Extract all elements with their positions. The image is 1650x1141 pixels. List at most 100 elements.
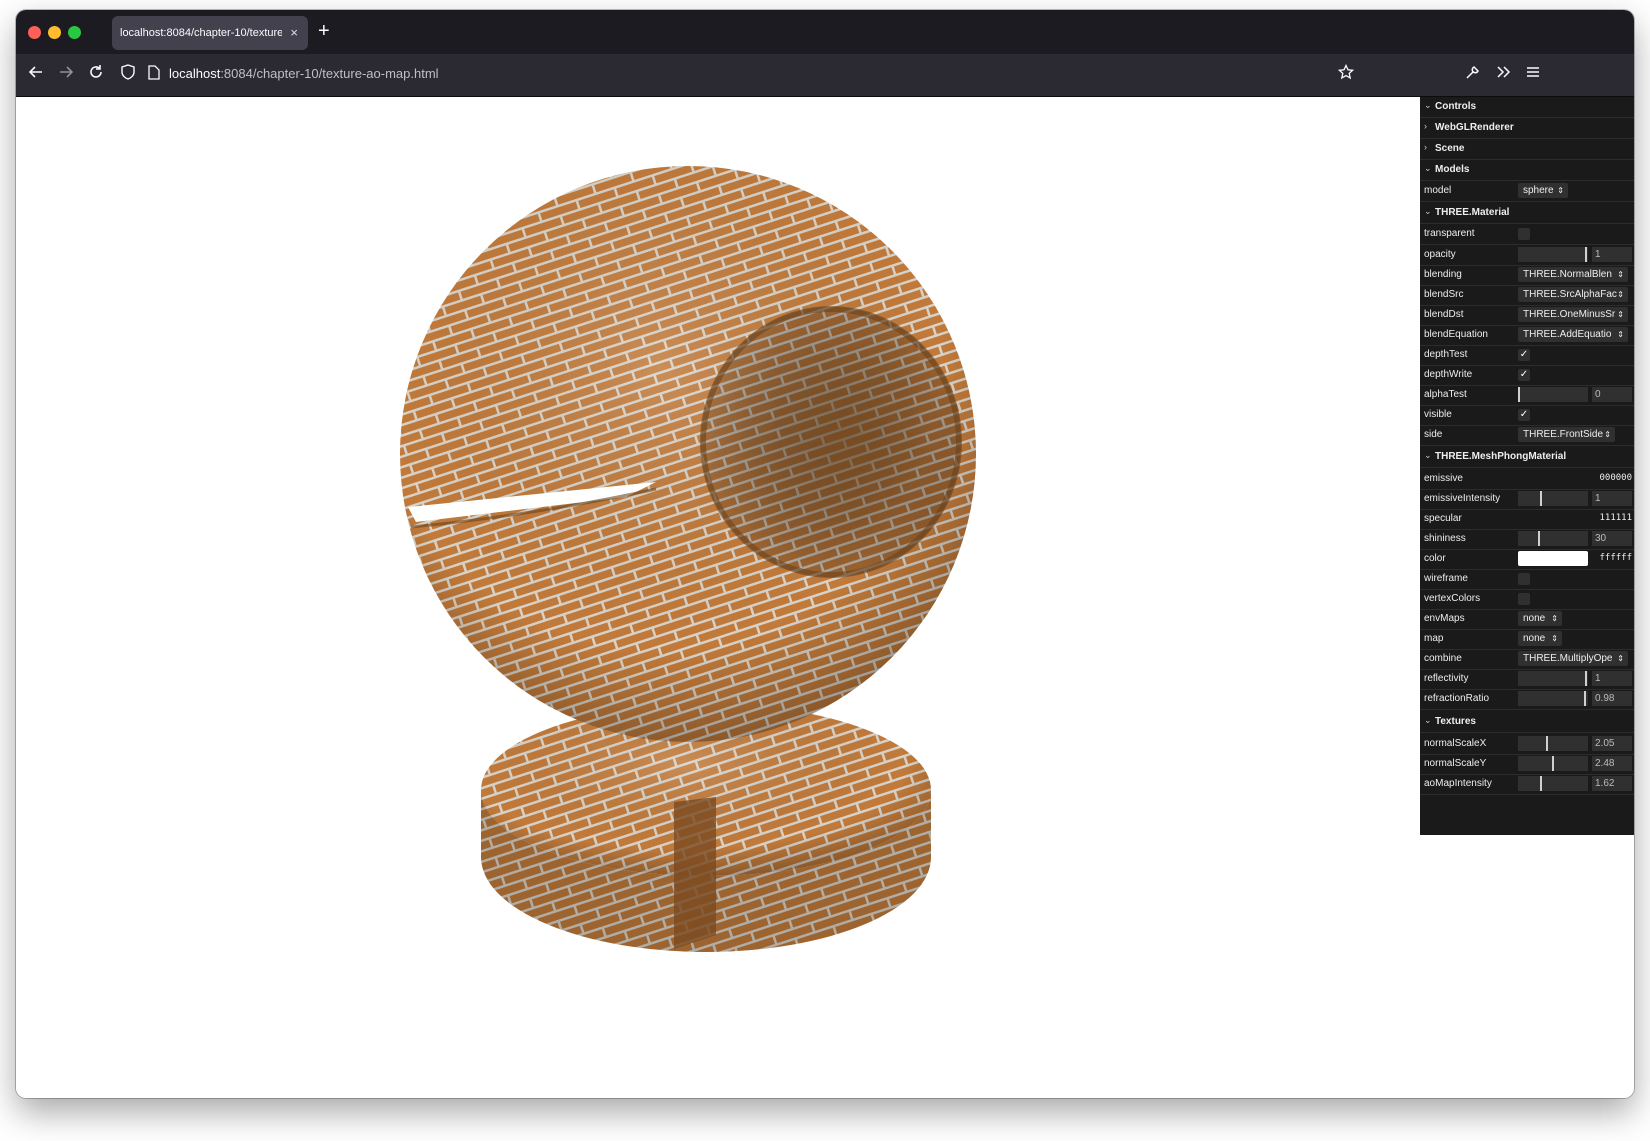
folder-textures[interactable]: ⌄ Textures bbox=[1420, 712, 1634, 733]
reload-icon[interactable] bbox=[84, 63, 108, 87]
select-arrow-icon: ⇕ bbox=[1617, 310, 1624, 319]
depthwrite-checkbox[interactable]: ✓ bbox=[1518, 369, 1530, 381]
depthtest-checkbox[interactable]: ✓ bbox=[1518, 349, 1530, 361]
control-label: side bbox=[1424, 429, 1443, 440]
folder-label: THREE.MeshPhongMaterial bbox=[1435, 451, 1567, 462]
aomapintensity-input[interactable]: 1.62 bbox=[1592, 776, 1632, 791]
webgl-canvas[interactable] bbox=[16, 97, 1634, 1098]
close-tab-icon[interactable]: × bbox=[290, 16, 298, 50]
aomapintensity-slider[interactable] bbox=[1518, 776, 1588, 791]
alphatest-input[interactable]: 0 bbox=[1592, 387, 1632, 402]
slider-knob[interactable] bbox=[1546, 736, 1548, 751]
control-label: emissiveIntensity bbox=[1424, 493, 1501, 504]
select-arrow-icon: ⇕ bbox=[1557, 186, 1564, 195]
control-opacity: opacity 1 bbox=[1420, 245, 1634, 266]
folder-models[interactable]: ⌄ Models bbox=[1420, 160, 1634, 181]
color-input[interactable]: ffffff bbox=[1592, 551, 1632, 566]
control-emissive: emissive 000000 bbox=[1420, 469, 1634, 490]
shield-icon[interactable] bbox=[116, 63, 140, 87]
control-envmaps: envMaps none ⇕ bbox=[1420, 609, 1634, 630]
folder-webglrenderer[interactable]: › WebGLRenderer bbox=[1420, 118, 1634, 139]
normalscalex-slider[interactable] bbox=[1518, 736, 1588, 751]
hamburger-menu-icon[interactable] bbox=[1521, 63, 1545, 87]
slider-knob[interactable] bbox=[1538, 531, 1540, 546]
slider-knob[interactable] bbox=[1518, 387, 1520, 402]
select-arrow-icon: ⇕ bbox=[1604, 430, 1611, 439]
shininess-input[interactable]: 30 bbox=[1592, 531, 1632, 546]
tab-title: localhost:8084/chapter-10/texture-ao-map… bbox=[120, 27, 282, 39]
emissiveintensity-slider[interactable] bbox=[1518, 491, 1588, 506]
blenddst-select[interactable]: THREE.OneMinusSr ⇕ bbox=[1518, 307, 1628, 322]
folder-scene[interactable]: › Scene bbox=[1420, 139, 1634, 160]
folder-three-material[interactable]: ⌄ THREE.Material bbox=[1420, 203, 1634, 224]
wireframe-checkbox[interactable] bbox=[1518, 573, 1530, 585]
blendequation-select[interactable]: THREE.AddEquatio ⇕ bbox=[1518, 327, 1628, 342]
blending-select[interactable]: THREE.NormalBlen ⇕ bbox=[1518, 267, 1628, 282]
control-vertexcolors: vertexColors bbox=[1420, 589, 1634, 610]
emissive-color-input[interactable]: 000000 bbox=[1592, 471, 1632, 486]
control-label: combine bbox=[1424, 653, 1462, 664]
slider-knob[interactable] bbox=[1585, 247, 1587, 262]
sphere bbox=[400, 166, 976, 742]
folder-meshphongmaterial[interactable]: ⌄ THREE.MeshPhongMaterial bbox=[1420, 447, 1634, 468]
control-aomapintensity: aoMapIntensity 1.62 bbox=[1420, 774, 1634, 795]
normalscaley-input[interactable]: 2.48 bbox=[1592, 756, 1632, 771]
star-icon[interactable] bbox=[1334, 63, 1358, 87]
url-bar[interactable]: localhost:8084/chapter-10/texture-ao-map… bbox=[169, 66, 439, 81]
slider-knob[interactable] bbox=[1540, 776, 1542, 791]
chevron-down-icon: ⌄ bbox=[1424, 100, 1432, 110]
new-tab-button[interactable]: + bbox=[318, 19, 330, 43]
transparent-checkbox[interactable] bbox=[1518, 228, 1530, 240]
control-transparent: transparent bbox=[1420, 224, 1634, 245]
reflectivity-slider[interactable] bbox=[1518, 671, 1588, 686]
normalscaley-slider[interactable] bbox=[1518, 756, 1588, 771]
alphatest-slider[interactable] bbox=[1518, 387, 1588, 402]
close-window-button[interactable] bbox=[28, 26, 41, 39]
chevron-right-icon: › bbox=[1424, 121, 1427, 131]
folder-label: Models bbox=[1435, 164, 1470, 175]
opacity-input[interactable]: 1 bbox=[1592, 247, 1632, 262]
control-model: model sphere ⇕ bbox=[1420, 181, 1634, 202]
select-arrow-icon: ⇕ bbox=[1551, 614, 1558, 623]
map-select[interactable]: none ⇕ bbox=[1518, 631, 1562, 646]
visible-checkbox[interactable]: ✓ bbox=[1518, 409, 1530, 421]
back-arrow-icon[interactable] bbox=[24, 63, 48, 87]
combine-select[interactable]: THREE.MultiplyOpe ⇕ bbox=[1518, 651, 1628, 666]
forward-arrow-icon[interactable] bbox=[54, 63, 78, 87]
control-label: transparent bbox=[1424, 228, 1475, 239]
overflow-chevrons-icon[interactable] bbox=[1491, 63, 1515, 87]
shininess-slider[interactable] bbox=[1518, 531, 1588, 546]
side-select[interactable]: THREE.FrontSide ⇕ bbox=[1518, 427, 1615, 442]
normalscalex-input[interactable]: 2.05 bbox=[1592, 736, 1632, 751]
vertexcolors-checkbox[interactable] bbox=[1518, 593, 1530, 605]
control-label: visible bbox=[1424, 409, 1452, 420]
control-label: depthWrite bbox=[1424, 369, 1473, 380]
color-swatch[interactable] bbox=[1518, 551, 1588, 566]
chevron-right-icon: › bbox=[1424, 142, 1427, 152]
control-shininess: shininess 30 bbox=[1420, 529, 1634, 550]
control-label: emissive bbox=[1424, 473, 1463, 484]
opacity-slider[interactable] bbox=[1518, 247, 1588, 262]
tab-texture-ao-map[interactable]: localhost:8084/chapter-10/texture-ao-map… bbox=[112, 16, 308, 50]
blendsrc-select[interactable]: THREE.SrcAlphaFac ⇕ bbox=[1518, 287, 1628, 302]
folder-controls[interactable]: ⌄ Controls bbox=[1420, 97, 1634, 118]
folder-label: WebGLRenderer bbox=[1435, 122, 1514, 133]
slider-knob[interactable] bbox=[1540, 491, 1542, 506]
refractionratio-input[interactable]: 0.98 bbox=[1592, 691, 1632, 706]
slider-knob[interactable] bbox=[1584, 691, 1586, 706]
slider-knob[interactable] bbox=[1585, 671, 1587, 686]
model-select[interactable]: sphere ⇕ bbox=[1518, 183, 1568, 198]
specular-color-input[interactable]: 111111 bbox=[1592, 511, 1632, 526]
chevron-down-icon: ⌄ bbox=[1424, 163, 1432, 173]
control-depthwrite: depthWrite ✓ bbox=[1420, 365, 1634, 386]
emissiveintensity-input[interactable]: 1 bbox=[1592, 491, 1632, 506]
minimize-window-button[interactable] bbox=[48, 26, 61, 39]
select-arrow-icon: ⇕ bbox=[1617, 290, 1624, 299]
refractionratio-slider[interactable] bbox=[1518, 691, 1588, 706]
zoom-window-button[interactable] bbox=[68, 26, 81, 39]
wrench-icon[interactable] bbox=[1461, 63, 1485, 87]
envmaps-select[interactable]: none ⇕ bbox=[1518, 611, 1562, 626]
slider-knob[interactable] bbox=[1552, 756, 1554, 771]
control-label: blending bbox=[1424, 269, 1462, 280]
reflectivity-input[interactable]: 1 bbox=[1592, 671, 1632, 686]
